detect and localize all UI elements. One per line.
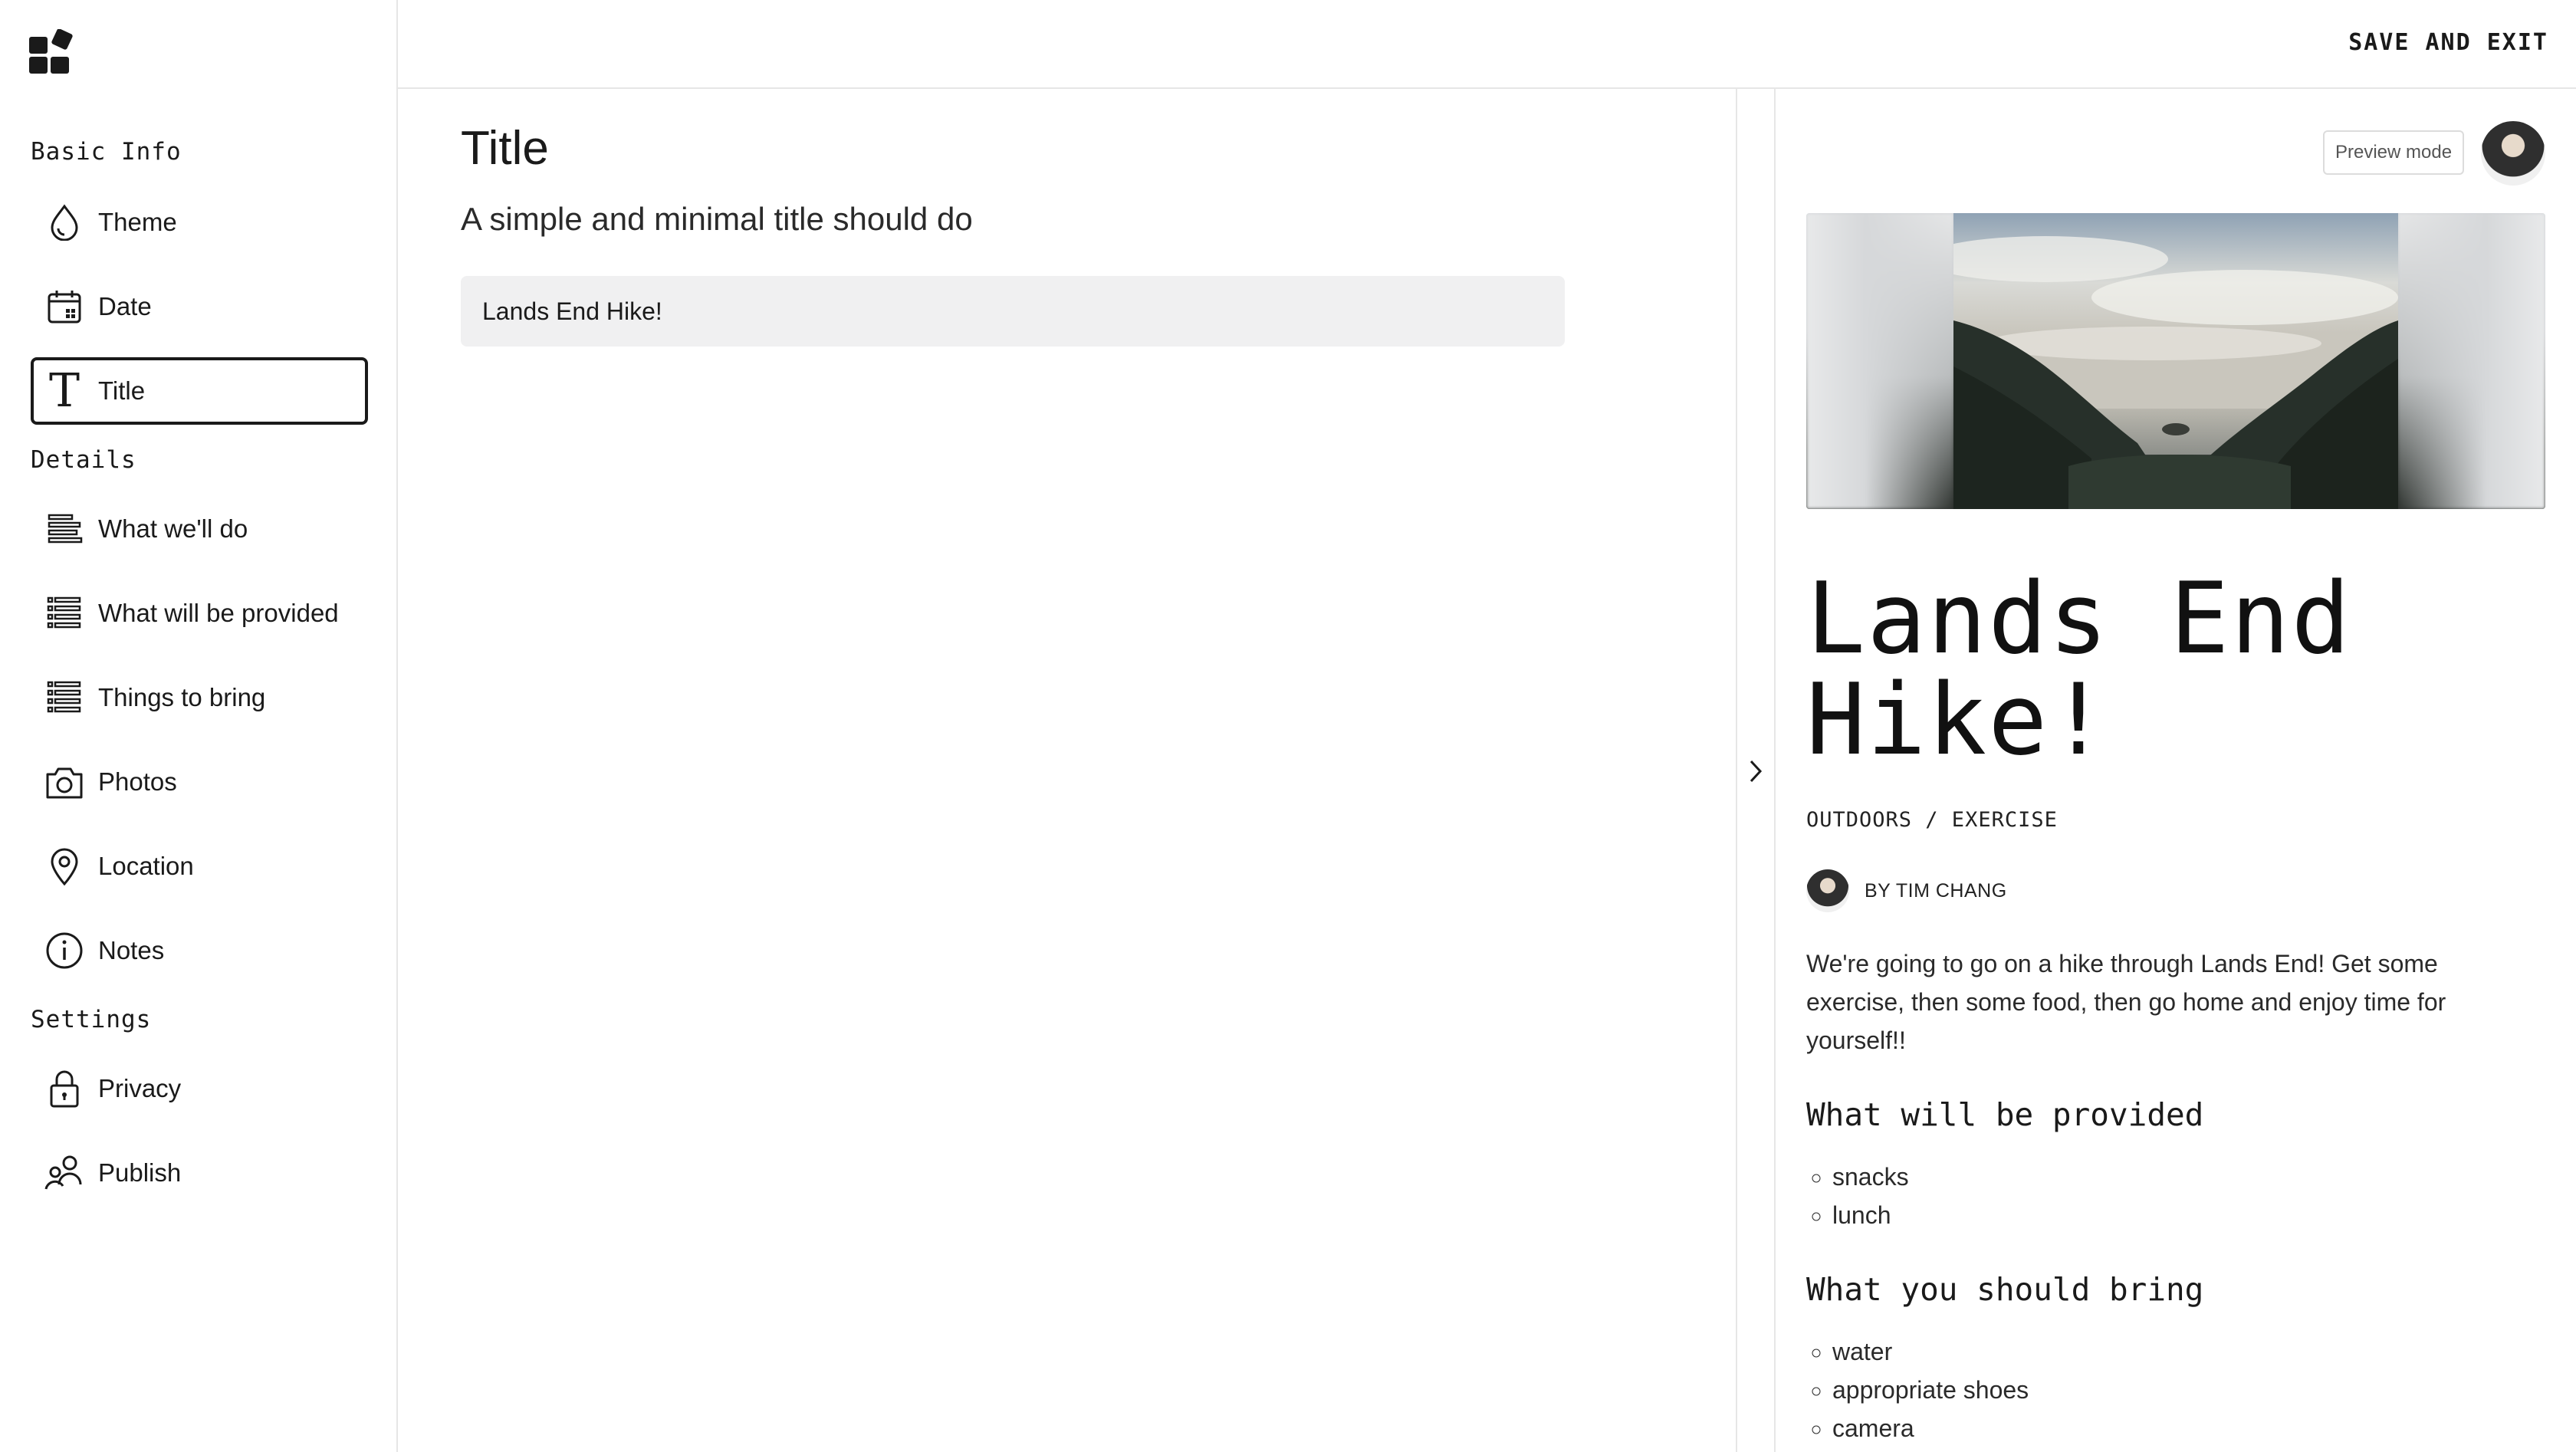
author-avatar — [1806, 869, 1849, 912]
sidebar-item-location[interactable]: Location — [31, 833, 368, 900]
section-details: Details — [31, 446, 136, 474]
sidebar-item-what-well-do[interactable]: What we'll do — [31, 495, 368, 563]
sidebar-item-title[interactable]: T Title — [31, 357, 368, 425]
sidebar-item-label: Title — [98, 376, 146, 405]
list-item: appropriate shoes — [1832, 1371, 2029, 1409]
save-and-exit-button[interactable]: SAVE AND EXIT — [2348, 29, 2548, 56]
page-subtitle: A simple and minimal title should do — [461, 201, 973, 237]
sidebar-item-things-to-bring[interactable]: Things to bring — [31, 664, 368, 731]
list-item: camera — [1832, 1409, 2029, 1447]
droplet-icon — [43, 201, 86, 244]
people-icon — [43, 1151, 86, 1194]
align-left-icon — [43, 508, 86, 550]
avatar[interactable] — [2481, 121, 2545, 186]
info-icon — [43, 929, 86, 972]
sidebar: Basic Info Theme Date T Title Details Wh… — [0, 0, 398, 1452]
sidebar-item-label: Publish — [98, 1158, 182, 1187]
author-name: BY TIM CHANG — [1865, 879, 2007, 902]
hero-image — [1806, 213, 2545, 509]
sidebar-item-label: Privacy — [98, 1074, 182, 1102]
sidebar-item-label: Things to bring — [98, 683, 266, 711]
svg-text:T: T — [49, 370, 80, 412]
calendar-icon — [43, 285, 86, 328]
sidebar-item-date[interactable]: Date — [31, 273, 368, 340]
preview-mode-badge[interactable]: Preview mode — [2323, 130, 2465, 175]
preview-title: Lands End Hike! — [1806, 562, 2352, 777]
hero-image-blur-left — [1806, 213, 1953, 509]
bring-list: water appropriate shoes camera — [1806, 1332, 2029, 1447]
preview-description: We're going to go on a hike through Land… — [1806, 950, 2446, 1054]
preview-category: OUTDOORS / EXERCISE — [1806, 808, 2058, 832]
section-settings: Settings — [31, 1006, 152, 1033]
preview-panel: Preview mode Lands End Hike! OUTDOORS / … — [1776, 89, 2576, 1452]
sidebar-item-label: Notes — [98, 936, 165, 964]
sidebar-item-what-will-be-provided[interactable]: What will be provided — [31, 580, 368, 647]
provided-heading: What will be provided — [1806, 1096, 2204, 1133]
sidebar-item-label: Location — [98, 852, 194, 880]
sidebar-item-publish[interactable]: Publish — [31, 1139, 368, 1207]
sidebar-item-theme[interactable]: Theme — [31, 189, 368, 256]
section-basic-info: Basic Info — [31, 138, 182, 166]
page-title: Title — [461, 122, 549, 175]
list-icon — [43, 676, 86, 719]
list-item: lunch — [1832, 1196, 1909, 1234]
sidebar-item-label: What we'll do — [98, 514, 248, 543]
chevron-right-icon[interactable] — [1745, 756, 1766, 787]
preview-author: BY TIM CHANG — [1806, 869, 2007, 912]
title-t-icon: T — [43, 370, 86, 412]
list-icon — [43, 592, 86, 635]
sidebar-item-label: Date — [98, 292, 152, 320]
app-logo-icon[interactable] — [29, 28, 77, 75]
title-input[interactable] — [461, 276, 1565, 347]
provided-list: snacks lunch — [1806, 1158, 1909, 1234]
lock-icon — [43, 1067, 86, 1110]
editor-panel: Title A simple and minimal title should … — [398, 89, 1736, 1452]
camera-icon — [43, 760, 86, 803]
hero-photo — [1923, 213, 2398, 509]
map-pin-icon — [43, 845, 86, 888]
list-item: snacks — [1832, 1158, 1909, 1196]
sidebar-item-photos[interactable]: Photos — [31, 748, 368, 816]
bring-heading: What you should bring — [1806, 1271, 2204, 1308]
hero-image-blur-right — [2398, 213, 2545, 509]
list-item: water — [1832, 1332, 2029, 1371]
sidebar-item-label: Theme — [98, 208, 177, 236]
top-bar: SAVE AND EXIT — [398, 0, 2576, 89]
sidebar-item-privacy[interactable]: Privacy — [31, 1055, 368, 1122]
sidebar-item-notes[interactable]: Notes — [31, 917, 368, 984]
sidebar-item-label: Photos — [98, 767, 177, 796]
sidebar-item-label: What will be provided — [98, 599, 339, 627]
